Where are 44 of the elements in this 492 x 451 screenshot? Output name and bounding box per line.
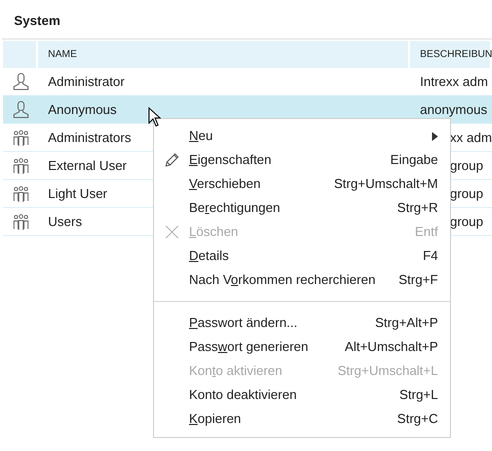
- shortcut-label: Strg+Umschalt+M: [334, 175, 438, 194]
- shortcut-label: Strg+Umschalt+L: [338, 362, 438, 380]
- shortcut-label: Strg+R: [397, 199, 438, 218]
- shortcut-label: Alt+Umschalt+P: [344, 338, 438, 356]
- menu-item[interactable]: Passwort ändern... Strg+Alt+P: [154, 311, 450, 335]
- menu-item[interactable]: Neu: [154, 124, 450, 148]
- shortcut-label: Strg+L: [399, 386, 438, 404]
- name-cell: External User: [48, 158, 127, 173]
- delete-icon: [164, 224, 180, 240]
- name-cell: Light User: [48, 186, 108, 201]
- group-icon: [12, 212, 30, 230]
- user-icon: [12, 100, 30, 118]
- shortcut-label: F4: [422, 247, 438, 266]
- shortcut-label: Strg+C: [397, 410, 438, 428]
- description-cell: xx adm: [450, 130, 492, 145]
- menu-item[interactable]: Berechtigungen Strg+R: [154, 196, 450, 220]
- description-cell: group: [450, 158, 484, 173]
- menu-item[interactable]: Nach Vorkommen recherchieren Strg+F: [154, 268, 450, 292]
- shortcut-label: Strg+Alt+P: [375, 314, 438, 332]
- menu-item[interactable]: Eigenschaften Eingabe: [154, 148, 450, 172]
- description-cell: group: [450, 214, 484, 229]
- user-icon: [12, 72, 30, 90]
- menu-item[interactable]: Verschieben Strg+Umschalt+M: [154, 172, 450, 196]
- submenu-arrow-icon: [432, 132, 438, 140]
- group-icon: [12, 156, 30, 174]
- shortcut-label: Strg+F: [398, 271, 438, 290]
- name-cell: Users: [48, 214, 82, 229]
- shortcut-label: Entf: [414, 223, 438, 242]
- group-icon: [12, 184, 30, 202]
- pencil-icon: [164, 152, 180, 168]
- name-cell: Administrator: [48, 74, 125, 89]
- name-cell: Administrators: [48, 130, 132, 145]
- column-header[interactable]: NAME: [38, 41, 410, 68]
- menu-item[interactable]: Konto deaktivieren Strg+L: [154, 383, 450, 407]
- description-cell: Intrexx adm: [420, 74, 488, 89]
- shortcut-label: Eingabe: [390, 151, 438, 170]
- group-icon: [12, 128, 30, 146]
- description-cell: group: [450, 186, 484, 201]
- menu-item[interactable]: Kopieren Strg+C: [154, 407, 450, 431]
- column-header[interactable]: BESCHREIBUN: [410, 41, 492, 68]
- menu-item[interactable]: Passwort generieren Alt+Umschalt+P: [154, 335, 450, 359]
- description-cell: anonymous: [420, 102, 488, 117]
- name-cell: Anonymous: [48, 102, 117, 117]
- menu-item[interactable]: Details F4: [154, 244, 450, 268]
